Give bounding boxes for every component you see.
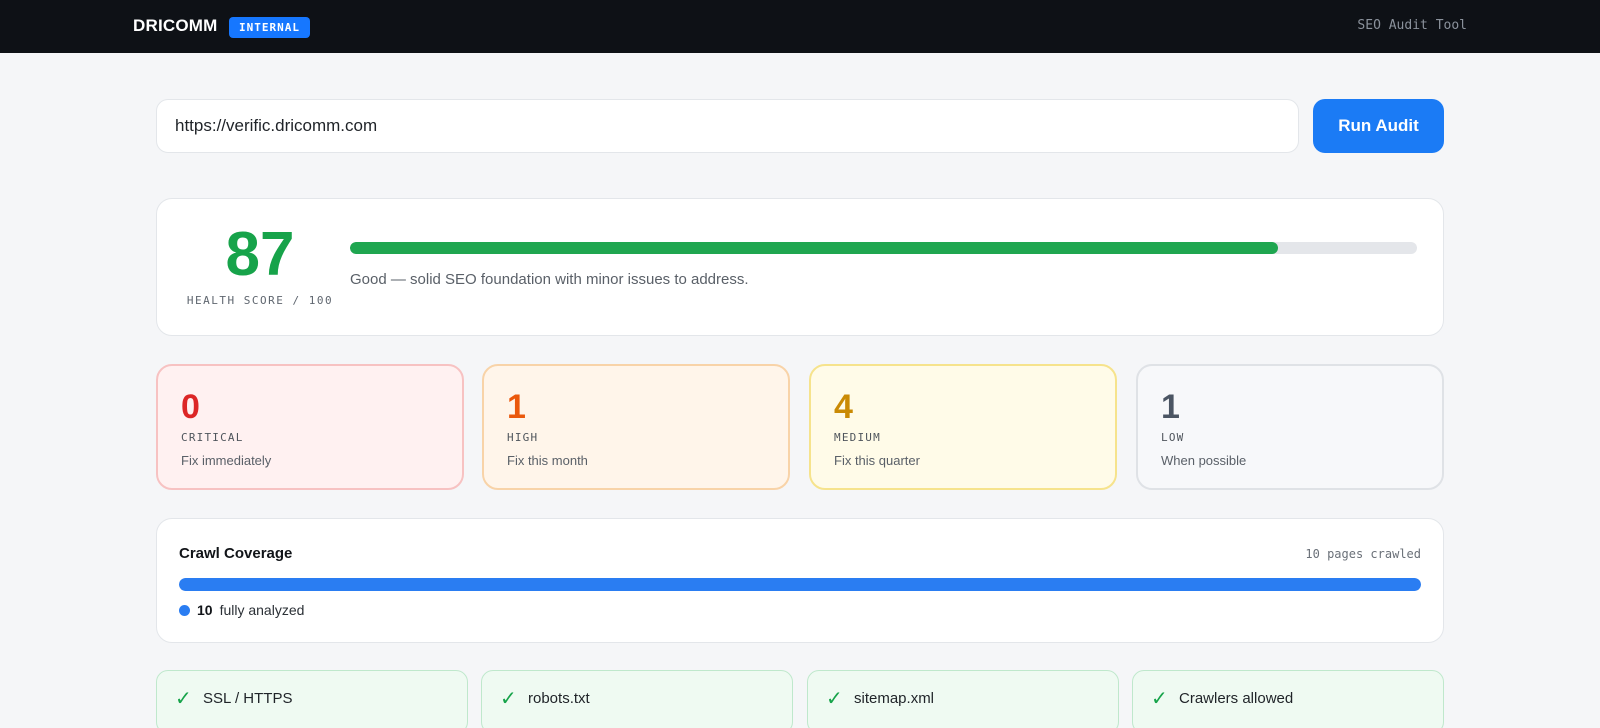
legend-label: fully analyzed bbox=[219, 602, 305, 618]
severity-subtext: Fix this month bbox=[507, 453, 588, 468]
severity-count: 0 bbox=[181, 388, 200, 426]
tool-name-label: SEO Audit Tool bbox=[1357, 18, 1467, 33]
severity-label: LOW bbox=[1161, 431, 1185, 444]
severity-label: CRITICAL bbox=[181, 431, 244, 444]
check-icon: ✓ bbox=[175, 688, 192, 710]
health-score-card: 87 HEALTH SCORE / 100 Good — solid SEO f… bbox=[156, 198, 1444, 336]
check-label: Crawlers allowed bbox=[1179, 690, 1294, 707]
crawl-coverage-card: Crawl Coverage 10 pages crawled 10 fully… bbox=[156, 518, 1444, 643]
severity-label: MEDIUM bbox=[834, 431, 881, 444]
check-label: robots.txt bbox=[528, 690, 590, 707]
severity-subtext: Fix this quarter bbox=[834, 453, 920, 468]
legend-count: 10 bbox=[197, 602, 213, 618]
crawl-coverage-bar bbox=[179, 578, 1421, 591]
check-ssl-https[interactable]: ✓ SSL / HTTPS bbox=[156, 670, 468, 728]
health-score-label: HEALTH SCORE / 100 bbox=[186, 294, 334, 307]
check-icon: ✓ bbox=[826, 688, 843, 710]
severity-card-low[interactable]: 1 LOW When possible bbox=[1136, 364, 1444, 490]
health-score-description: Good — solid SEO foundation with minor i… bbox=[350, 271, 749, 288]
pages-crawled-count: 10 pages crawled bbox=[1305, 547, 1421, 561]
severity-card-medium[interactable]: 4 MEDIUM Fix this quarter bbox=[809, 364, 1117, 490]
health-score-progress-bar bbox=[350, 242, 1417, 254]
top-navbar: DRICOMM INTERNAL SEO Audit Tool bbox=[0, 0, 1600, 53]
crawl-legend: 10 fully analyzed bbox=[179, 602, 304, 618]
check-crawlers-allowed[interactable]: ✓ Crawlers allowed bbox=[1132, 670, 1444, 728]
severity-count: 4 bbox=[834, 388, 853, 426]
severity-subtext: When possible bbox=[1161, 453, 1247, 468]
crawl-coverage-title: Crawl Coverage bbox=[179, 545, 293, 562]
severity-label: HIGH bbox=[507, 431, 539, 444]
check-icon: ✓ bbox=[500, 688, 517, 710]
dricomm-logo[interactable]: DRICOMM bbox=[133, 16, 218, 36]
severity-count: 1 bbox=[1161, 388, 1180, 426]
legend-dot-icon bbox=[179, 604, 190, 616]
severity-count: 1 bbox=[507, 388, 526, 426]
check-label: sitemap.xml bbox=[854, 690, 935, 707]
health-score-value: 87 bbox=[225, 220, 295, 289]
severity-card-critical[interactable]: 0 CRITICAL Fix immediately bbox=[156, 364, 464, 490]
crawl-coverage-fill bbox=[179, 578, 1421, 591]
internal-badge: INTERNAL bbox=[229, 17, 310, 38]
severity-subtext: Fix immediately bbox=[181, 453, 272, 468]
severity-card-high[interactable]: 1 HIGH Fix this month bbox=[482, 364, 790, 490]
health-score-progress-fill bbox=[350, 242, 1279, 254]
check-icon: ✓ bbox=[1151, 688, 1168, 710]
check-robots-txt[interactable]: ✓ robots.txt bbox=[481, 670, 793, 728]
run-audit-button[interactable]: Run Audit bbox=[1313, 99, 1444, 153]
check-label: SSL / HTTPS bbox=[203, 690, 293, 707]
check-sitemap-xml[interactable]: ✓ sitemap.xml bbox=[807, 670, 1119, 728]
url-input[interactable] bbox=[156, 99, 1299, 153]
